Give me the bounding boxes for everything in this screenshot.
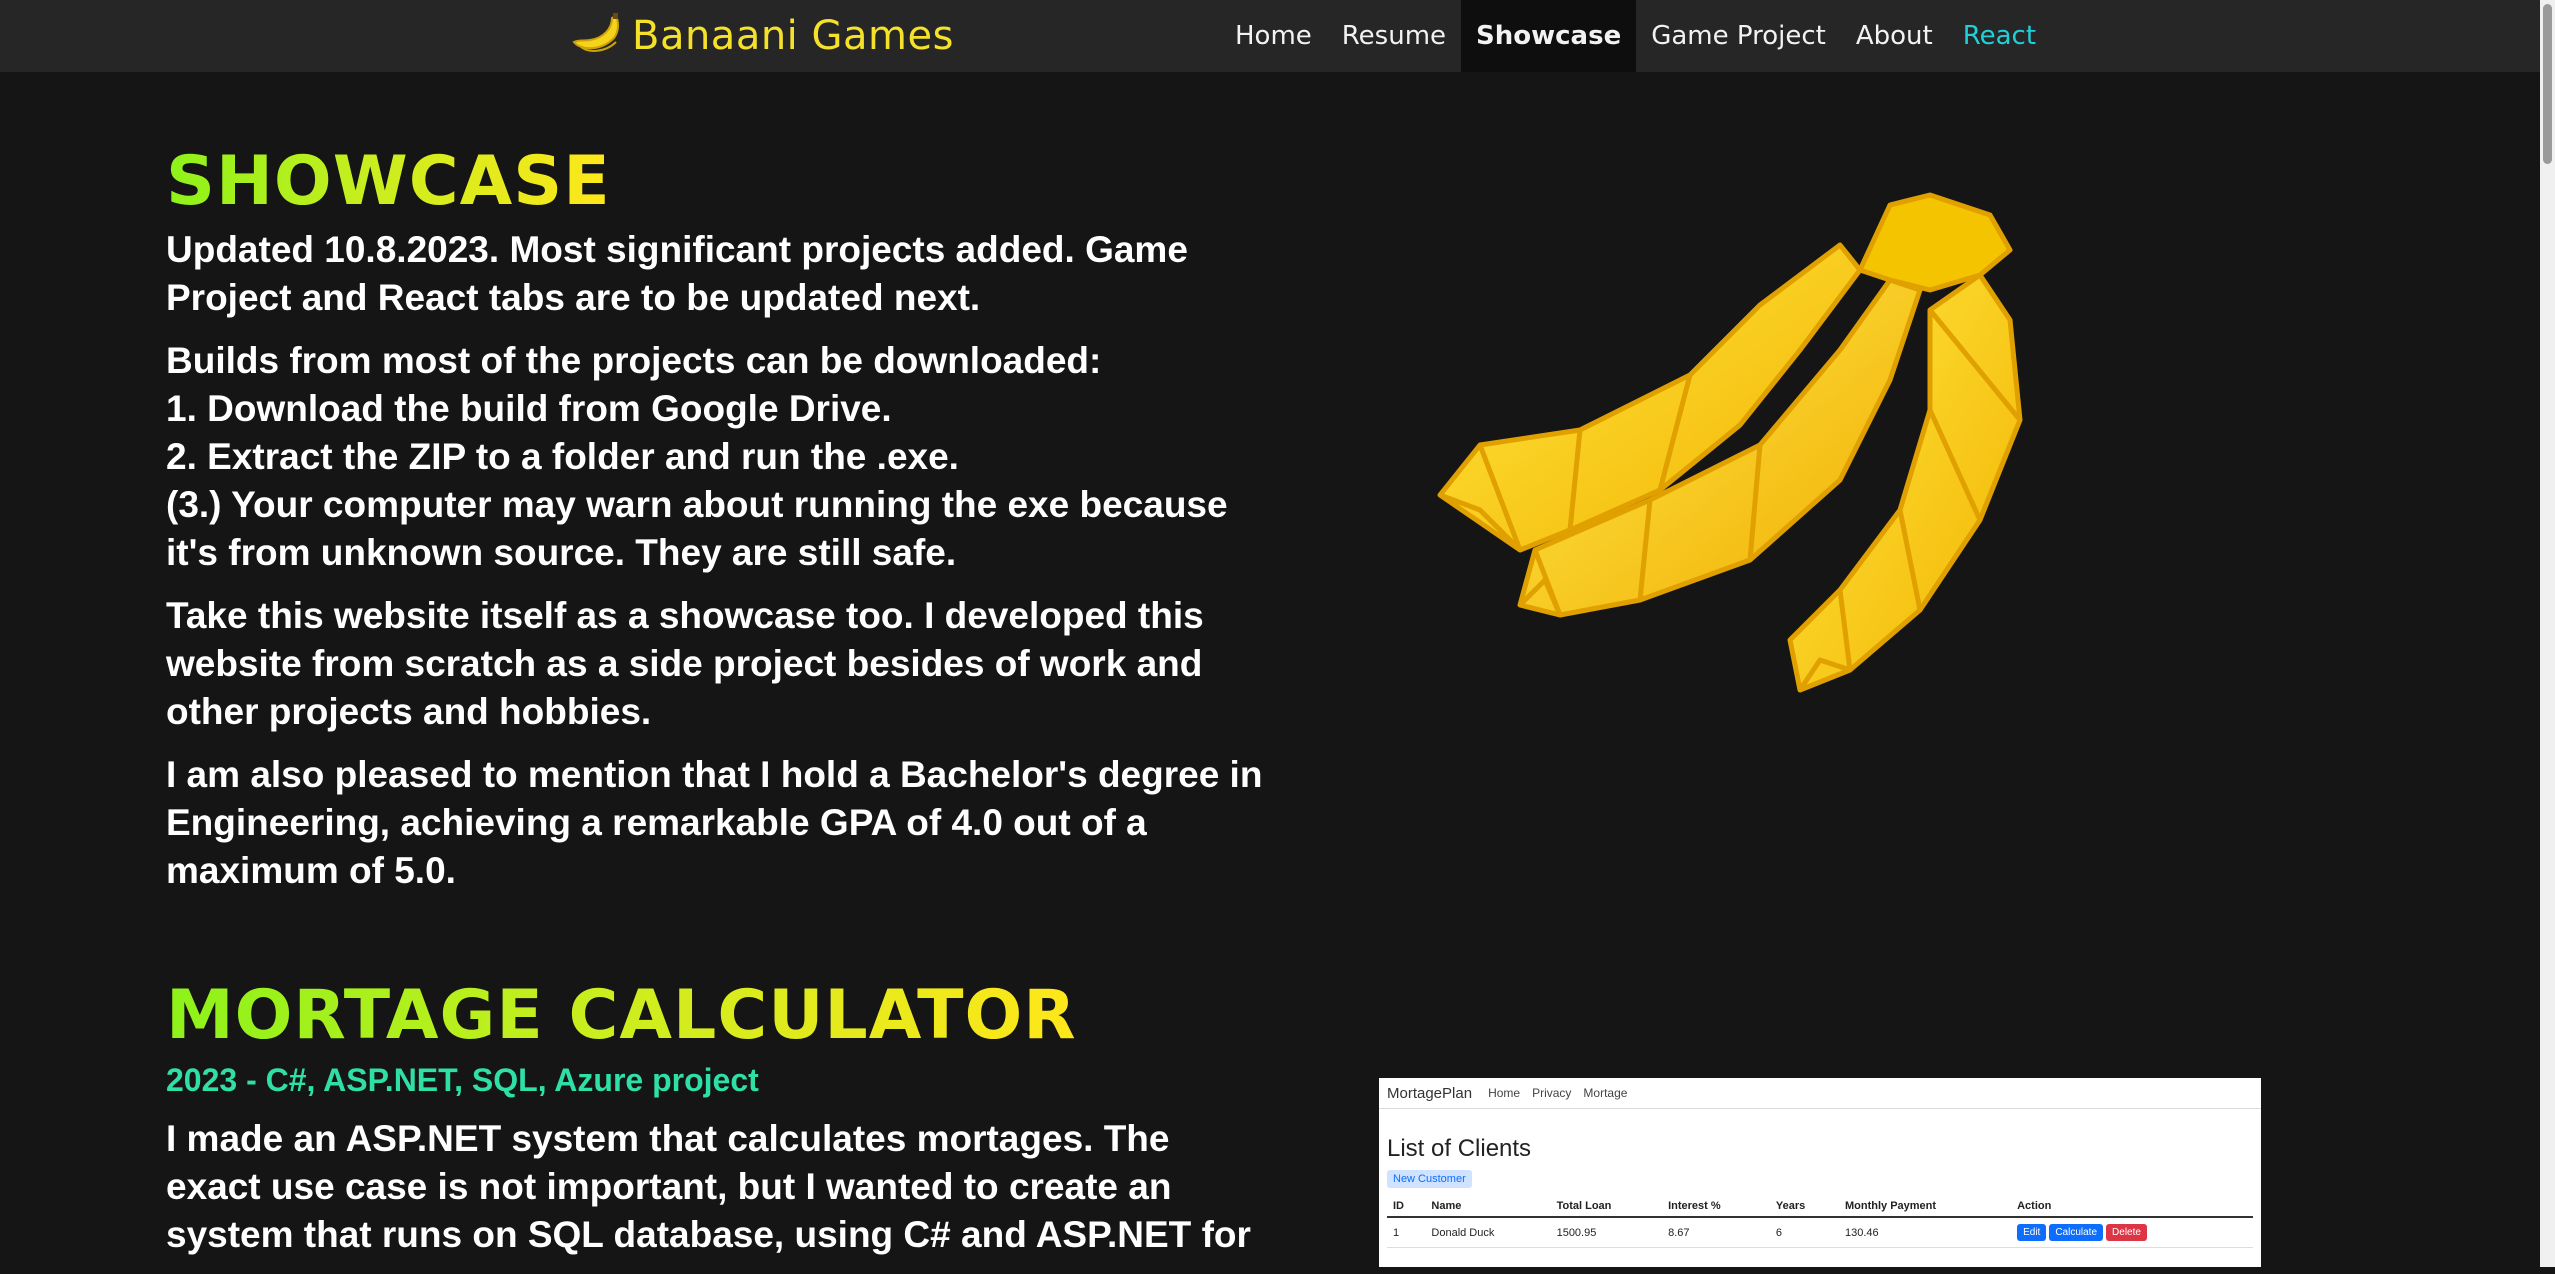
nav-resume[interactable]: Resume — [1327, 0, 1461, 72]
table-header: Monthly Payment — [1838, 1196, 2012, 1218]
text-line: maximum of 5.0. — [166, 850, 456, 891]
text-line: Take this website itself as a showcase t… — [166, 595, 1204, 636]
mortgage-app-screenshot: MortagePlan Home Privacy Mortage List of… — [1379, 1078, 2261, 1267]
mortgage-app-navbar: MortagePlan Home Privacy Mortage — [1379, 1078, 2261, 1109]
text-line: 1. Download the build from Google Drive. — [166, 388, 892, 429]
page-scrollbar[interactable] — [2540, 0, 2555, 1267]
nav-about[interactable]: About — [1841, 0, 1948, 72]
text-line: Builds from most of the projects can be … — [166, 340, 1102, 381]
table-header: Years — [1769, 1196, 1839, 1218]
table-cell: 1500.95 — [1550, 1217, 1663, 1248]
text-line: system that runs on SQL database, using … — [166, 1214, 1251, 1255]
table-header: Interest % — [1662, 1196, 1770, 1218]
showcase-download-paragraph: Builds from most of the projects can be … — [166, 337, 1286, 577]
nav-game-project[interactable]: Game Project — [1636, 0, 1841, 72]
showcase-title: SHOWCASE — [166, 138, 611, 226]
banana-bunch-illustration — [1420, 190, 2140, 790]
table-cell: 6 — [1769, 1217, 1839, 1248]
table-row: 1 Donald Duck 1500.95 8.67 6 130.46 Edit… — [1387, 1217, 2253, 1248]
mortgage-app-new-button: New Customer — [1387, 1170, 1472, 1188]
text-line: (3.) Your computer may warn about runnin… — [166, 484, 1228, 525]
table-cell: Donald Duck — [1425, 1217, 1551, 1248]
showcase-section: SHOWCASE Updated 10.8.2023. Most signifi… — [166, 138, 1286, 910]
mortgage-app-link: Privacy — [1532, 1086, 1572, 1100]
mortgage-app-link: Home — [1488, 1086, 1521, 1100]
text-line: Engineering, achieving a remarkable GPA … — [166, 802, 1147, 843]
table-cell: 1 — [1387, 1217, 1426, 1248]
delete-button: Delete — [2106, 1224, 2147, 1241]
mortgage-paragraph: I made an ASP.NET system that calculates… — [166, 1115, 1286, 1259]
nav-home[interactable]: Home — [1220, 0, 1327, 72]
text-line: website from scratch as a side project b… — [166, 643, 1203, 684]
navbar: Banaani Games Home Resume Showcase Game … — [0, 0, 2540, 72]
text-line: it's from unknown source. They are still… — [166, 532, 957, 573]
mortgage-app-title: List of Clients — [1387, 1135, 1532, 1162]
table-header: Name — [1425, 1196, 1551, 1218]
table-cell: 130.46 — [1838, 1217, 2012, 1248]
showcase-update-paragraph: Updated 10.8.2023. Most significant proj… — [166, 226, 1286, 322]
text-line: Project and React tabs are to be updated… — [166, 277, 981, 318]
table-header: Total Loan — [1550, 1196, 1663, 1218]
table-header: Action — [2011, 1196, 2253, 1218]
brand-link[interactable]: Banaani Games — [570, 6, 954, 66]
table-cell-actions: Edit Calculate Delete — [2011, 1217, 2253, 1248]
calculate-button: Calculate — [2049, 1224, 2104, 1241]
showcase-website-paragraph: Take this website itself as a showcase t… — [166, 592, 1286, 736]
nav-links: Home Resume Showcase Game Project About … — [1220, 0, 2051, 72]
text-line: other projects and hobbies. — [166, 691, 652, 732]
table-cell: 8.67 — [1662, 1217, 1770, 1248]
nav-react[interactable]: React — [1948, 0, 2051, 72]
edit-button: Edit — [2017, 1224, 2047, 1241]
mortgage-section: MORTAGE CALCULATOR 2023 - C#, ASP.NET, S… — [166, 972, 1286, 1274]
table-header-row: ID Name Total Loan Interest % Years Mont… — [1387, 1196, 2253, 1218]
mortgage-app-table: ID Name Total Loan Interest % Years Mont… — [1387, 1196, 2253, 1248]
mortgage-title: MORTAGE CALCULATOR — [166, 972, 1077, 1060]
text-line: exact use case is not important, but I w… — [166, 1166, 1172, 1207]
scrollbar-thumb[interactable] — [2543, 4, 2552, 164]
text-line: 2. Extract the ZIP to a folder and run t… — [166, 436, 959, 477]
banana-icon — [570, 12, 622, 61]
mortgage-app-brand: MortagePlan — [1387, 1084, 1473, 1102]
mortgage-app-link: Mortage — [1583, 1086, 1628, 1100]
mortgage-subtitle: 2023 - C#, ASP.NET, SQL, Azure project — [166, 1062, 759, 1098]
nav-showcase[interactable]: Showcase — [1461, 0, 1637, 72]
brand-name: Banaani Games — [632, 13, 954, 59]
text-line: I made an ASP.NET system that calculates… — [166, 1118, 1170, 1159]
text-line: Updated 10.8.2023. Most significant proj… — [166, 229, 1188, 270]
showcase-degree-paragraph: I am also pleased to mention that I hold… — [166, 751, 1286, 895]
table-header: ID — [1387, 1196, 1426, 1218]
text-line: I am also pleased to mention that I hold… — [166, 754, 1263, 795]
